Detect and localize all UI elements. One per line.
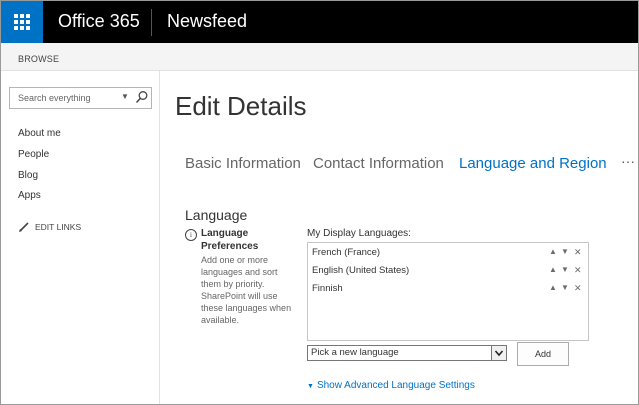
language-picker-value: Pick a new language — [311, 347, 399, 358]
section-title: Language — [185, 207, 248, 223]
suite-title[interactable]: Office 365 — [58, 11, 140, 32]
search-input[interactable] — [10, 88, 118, 108]
browse-tab[interactable]: BROWSE — [18, 54, 59, 64]
add-language-button[interactable]: Add — [517, 342, 569, 366]
remove-icon[interactable]: ✕ — [574, 247, 582, 257]
advanced-language-settings-label: Show Advanced Language Settings — [316, 380, 475, 391]
search-box: ▼ — [9, 87, 152, 109]
list-item[interactable]: French (France) ▲ ▼ ✕ — [308, 243, 588, 261]
move-up-icon[interactable]: ▲ — [549, 265, 557, 275]
suite-bar: Office 365 Newsfeed — [1, 1, 638, 43]
nav-item-people[interactable]: People — [18, 149, 49, 160]
nav-item-blog[interactable]: Blog — [18, 170, 38, 181]
move-down-icon[interactable]: ▼ — [561, 283, 569, 293]
chevron-down-icon — [494, 350, 504, 357]
app-name[interactable]: Newsfeed — [167, 11, 247, 32]
info-icon: i — [185, 229, 197, 241]
advanced-language-settings-link[interactable]: ▼ Show Advanced Language Settings — [307, 380, 475, 391]
app-launcher-icon — [14, 14, 30, 30]
remove-icon[interactable]: ✕ — [574, 283, 582, 293]
more-tabs-button[interactable]: ··· — [621, 153, 635, 169]
language-name: Finnish — [312, 283, 343, 294]
pencil-icon — [19, 222, 29, 232]
move-up-icon[interactable]: ▲ — [549, 283, 557, 293]
list-item[interactable]: Finnish ▲ ▼ ✕ — [308, 279, 588, 297]
dropdown-button[interactable] — [491, 346, 506, 360]
suite-divider — [151, 9, 152, 36]
nav-item-about-me[interactable]: About me — [18, 128, 61, 139]
tab-language-and-region[interactable]: Language and Region — [459, 155, 607, 172]
language-preferences-description: Add one or more languages and sort them … — [201, 255, 292, 325]
remove-icon[interactable]: ✕ — [574, 265, 582, 275]
list-item[interactable]: English (United States) ▲ ▼ ✕ — [308, 261, 588, 279]
move-up-icon[interactable]: ▲ — [549, 247, 557, 257]
language-name: English (United States) — [312, 265, 410, 276]
move-down-icon[interactable]: ▼ — [561, 265, 569, 275]
expand-triangle-icon: ▼ — [307, 383, 314, 390]
page-title: Edit Details — [175, 91, 307, 121]
language-name: French (France) — [312, 247, 381, 258]
ribbon: BROWSE — [1, 43, 638, 71]
search-icon[interactable] — [135, 90, 149, 104]
move-down-icon[interactable]: ▼ — [561, 247, 569, 257]
edit-links-label: EDIT LINKS — [35, 222, 82, 232]
language-picker-select[interactable]: Pick a new language — [307, 345, 507, 361]
display-languages-list[interactable]: French (France) ▲ ▼ ✕ English (United St… — [307, 242, 589, 341]
search-scope-dropdown-icon[interactable]: ▼ — [121, 92, 129, 101]
tab-contact-information[interactable]: Contact Information — [313, 155, 444, 172]
language-preferences-heading: Language Preferences — [201, 228, 259, 252]
app-launcher-button[interactable] — [1, 1, 43, 43]
nav-item-apps[interactable]: Apps — [18, 190, 41, 201]
tab-basic-information[interactable]: Basic Information — [185, 155, 301, 172]
left-navigation: ▼ About me People Blog Apps EDIT LINKS — [1, 71, 160, 404]
display-languages-label: My Display Languages: — [307, 228, 411, 239]
window: Office 365 Newsfeed BROWSE ▼ About me Pe… — [0, 0, 639, 405]
